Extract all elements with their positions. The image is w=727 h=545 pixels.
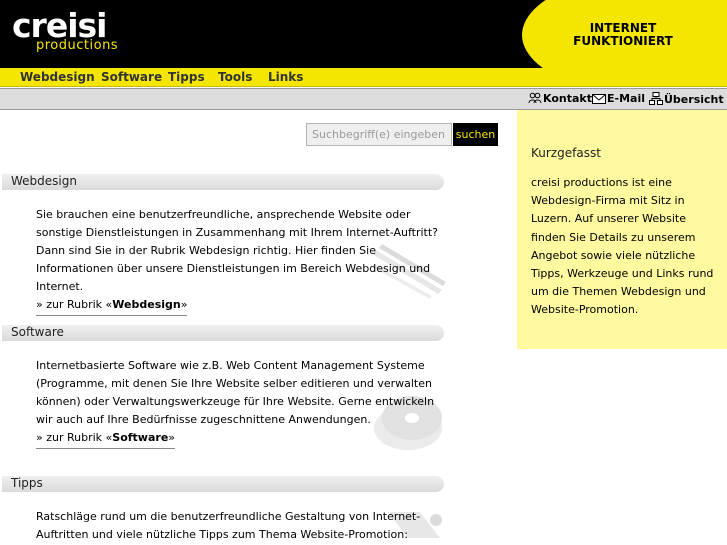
nav-item-software[interactable]: Software — [101, 70, 162, 84]
envelope-icon — [592, 94, 606, 104]
section-header-webdesign: Webdesign — [2, 174, 444, 190]
section-header-tipps: Tipps — [2, 476, 444, 492]
main-nav: Webdesign Software Tipps Tools Links — [0, 68, 727, 87]
utility-bar: Kontakt E-Mail Übersicht — [0, 88, 727, 110]
email-label: E-Mail — [607, 92, 645, 105]
section-body-webdesign: Sie brauchen eine benutzerfreundliche, a… — [36, 206, 448, 316]
more-label: Webdesign — [112, 298, 181, 311]
section-text: Sie brauchen eine benutzerfreundliche, a… — [36, 208, 439, 293]
more-prefix: » zur Rubrik « — [36, 431, 113, 444]
sidebar-summary: Kurzgefasst creisi productions ist eine … — [517, 110, 727, 349]
contact-link[interactable]: Kontakt — [528, 92, 592, 105]
section-header-software: Software — [2, 325, 444, 341]
overview-label: Übersicht — [664, 93, 724, 106]
sidebar-title: Kurzgefasst — [531, 146, 601, 160]
logo[interactable]: creisi productions — [10, 6, 120, 56]
section-title: Tipps — [11, 476, 43, 490]
nav-item-webdesign[interactable]: Webdesign — [20, 70, 95, 84]
more-suffix: » — [180, 298, 188, 311]
contact-label: Kontakt — [543, 92, 592, 105]
search-input[interactable] — [306, 123, 452, 146]
section-body-tipps: Ratschläge rund um die benutzerfreundlic… — [36, 508, 448, 545]
section-text: Ratschläge rund um die benutzerfreundlic… — [36, 510, 421, 541]
overview-link[interactable]: Übersicht — [649, 92, 724, 106]
section-body-software: Internetbasierte Software wie z.B. Web C… — [36, 357, 448, 449]
search-button[interactable]: suchen — [453, 123, 498, 146]
site-header: creisi productions INTERNET FUNKTIONIERT — [0, 0, 727, 68]
section-more-link[interactable]: » zur Rubrik «Webdesign» — [36, 296, 448, 316]
sitemap-icon — [649, 92, 663, 105]
slogan: INTERNET FUNKTIONIERT — [560, 22, 686, 48]
section-title: Webdesign — [11, 174, 77, 188]
section-text: Internetbasierte Software wie z.B. Web C… — [36, 359, 435, 426]
section-title: Software — [11, 325, 64, 339]
email-link[interactable]: E-Mail — [592, 92, 645, 105]
nav-item-links[interactable]: Links — [268, 70, 303, 84]
contact-people-icon — [528, 92, 542, 104]
more-suffix: » — [168, 431, 176, 444]
logo-subline: productions — [36, 38, 119, 53]
sidebar-text: creisi productions ist eine Webdesign-Fi… — [531, 176, 714, 317]
more-prefix: » zur Rubrik « — [36, 298, 113, 311]
slogan-line-2: FUNKTIONIERT — [573, 34, 673, 48]
nav-item-tipps[interactable]: Tipps — [168, 70, 205, 84]
section-more-link[interactable]: » zur Rubrik «Software» — [36, 429, 448, 449]
more-link-underline[interactable]: » zur Rubrik «Webdesign» — [36, 296, 188, 316]
more-label: Software — [112, 431, 169, 444]
nav-item-tools[interactable]: Tools — [218, 70, 252, 84]
more-link-underline[interactable]: » zur Rubrik «Software» — [36, 429, 176, 449]
